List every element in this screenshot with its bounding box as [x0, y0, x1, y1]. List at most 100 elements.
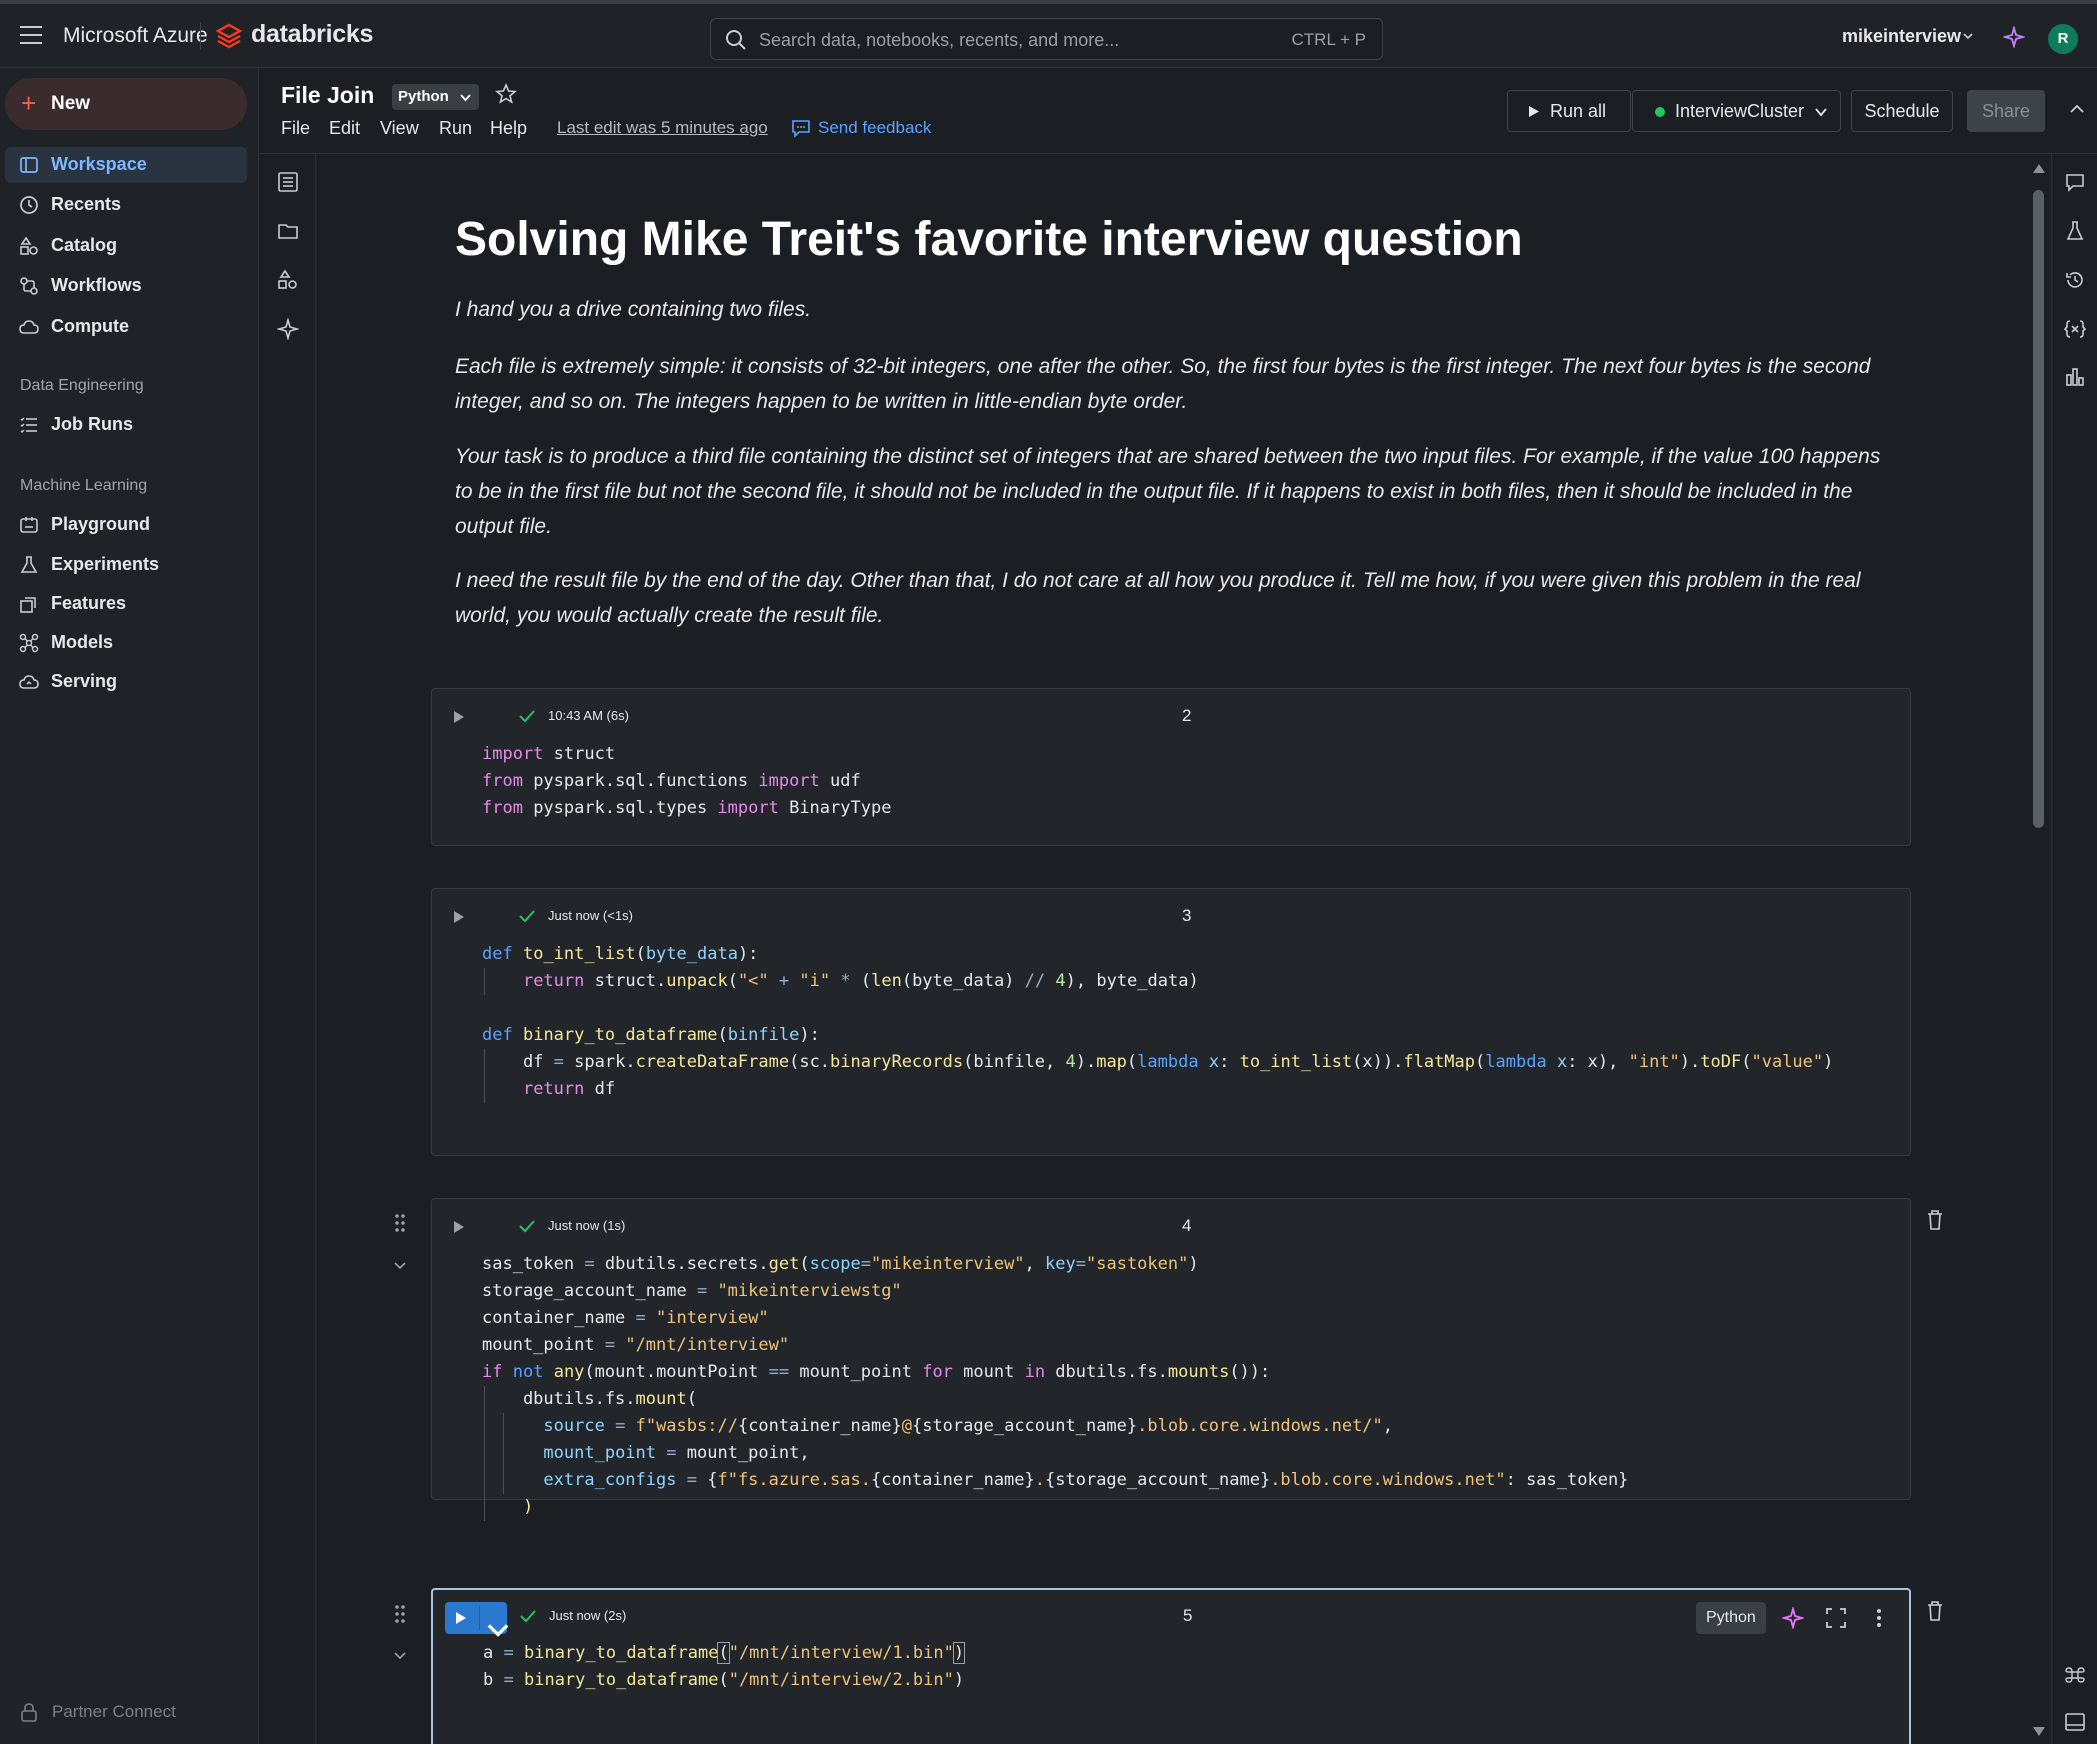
menu-help[interactable]: Help [490, 118, 527, 139]
share-button[interactable]: Share [1967, 90, 2045, 132]
delete-cell-trash-icon[interactable] [1925, 1600, 1945, 1622]
workspace-user-menu[interactable]: mikeinterview [1842, 26, 1961, 47]
chevron-down-icon[interactable] [1962, 30, 1974, 42]
search-input[interactable]: Search data, notebooks, recents, and mor… [710, 18, 1383, 60]
code-editor[interactable]: def to_int_list(byte_data): return struc… [482, 941, 1833, 1103]
avatar[interactable]: R [2048, 24, 2078, 54]
list-icon [20, 417, 37, 433]
sidebar-item-models[interactable]: Models [5, 625, 247, 661]
cell-run-time: 10:43 AM (6s) [548, 708, 629, 723]
history-icon[interactable] [2064, 269, 2086, 291]
markdown-line: Your task is to produce a third file con… [455, 445, 1881, 468]
drag-handle-icon[interactable] [393, 1213, 407, 1233]
play-icon [1529, 106, 1539, 117]
flask-icon [20, 556, 38, 573]
right-tool-rail [2051, 154, 2097, 1744]
run-cell-icon[interactable] [454, 1221, 464, 1233]
run-all-button[interactable]: Run all [1507, 90, 1631, 132]
sidebar-item-job-runs[interactable]: Job Runs [5, 407, 247, 443]
comments-icon[interactable] [2064, 171, 2086, 193]
panel-toggle-icon[interactable] [2064, 1711, 2086, 1733]
markdown-line: I need the result file by the end of the… [455, 569, 1861, 592]
scroll-down-arrow-icon[interactable] [2033, 1727, 2045, 1736]
run-cell-split-button[interactable] [445, 1602, 509, 1637]
assistant-sparkle-icon[interactable] [2003, 26, 2025, 48]
cell-language-button[interactable]: Python [1696, 1602, 1766, 1634]
cell-number: 4 [1182, 1216, 1192, 1235]
code-cell[interactable]: 10:43 AM (6s) 2 import struct from pyspa… [431, 688, 1911, 846]
cluster-status-dot [1655, 107, 1665, 117]
markdown-line: integer, and so on. The integers happen … [455, 390, 1188, 413]
bar-chart-icon[interactable] [2064, 366, 2086, 388]
run-cell-icon[interactable] [454, 911, 464, 923]
table-of-contents-icon[interactable] [277, 171, 299, 193]
split-divider [479, 1606, 480, 1630]
delete-cell-trash-icon[interactable] [1925, 1209, 1945, 1231]
sidebar-item-label: Playground [51, 514, 151, 534]
collapse-cell-chevron-icon[interactable] [394, 1261, 406, 1270]
sidebar-item-recents[interactable]: Recents [5, 187, 247, 223]
markdown-paragraph: I hand you a drive containing two files. [455, 298, 812, 321]
menu-edit[interactable]: Edit [329, 118, 360, 139]
code-cell[interactable]: Just now (<1s) 3 def to_int_list(byte_da… [431, 888, 1911, 1156]
variables-icon[interactable] [2064, 318, 2086, 340]
cell-number: 5 [1183, 1606, 1193, 1625]
scrollbar-thumb[interactable] [2033, 190, 2044, 828]
check-icon [519, 710, 535, 723]
new-button[interactable]: + New [5, 78, 247, 130]
favorite-star-icon[interactable] [494, 82, 518, 106]
fullscreen-icon[interactable] [1825, 1607, 1847, 1629]
scrollbar[interactable] [2027, 154, 2051, 1744]
search-icon [726, 30, 746, 50]
sidebar-item-compute[interactable]: Compute [5, 309, 247, 345]
schedule-button[interactable]: Schedule [1851, 90, 1953, 132]
sidebar-item-label: Workspace [51, 154, 147, 174]
sidebar-item-workspace[interactable]: Workspace [5, 147, 247, 183]
code-editor[interactable]: a = binary_to_dataframe("/mnt/interview/… [483, 1640, 966, 1694]
keyboard-shortcuts-icon[interactable] [2064, 1664, 2086, 1686]
play-icon[interactable] [456, 1612, 466, 1624]
brand-databricks[interactable]: databricks [251, 20, 373, 49]
drag-handle-icon[interactable] [393, 1604, 407, 1624]
sidebar-item-serving[interactable]: Serving [5, 664, 247, 700]
scroll-up-arrow-icon[interactable] [2033, 164, 2045, 173]
brand-microsoft-azure: Microsoft Azure [63, 24, 208, 47]
assistant-sparkle-icon[interactable] [1782, 1607, 1804, 1629]
cell-number: 2 [1182, 706, 1192, 725]
serving-icon [19, 675, 39, 689]
more-options-kebab-icon[interactable] [1868, 1607, 1890, 1629]
cell-number: 3 [1182, 906, 1192, 925]
sidebar-item-playground[interactable]: Playground [5, 507, 247, 543]
partner-connect-label: Partner Connect [52, 1702, 176, 1721]
cell-run-time: Just now (2s) [549, 1608, 627, 1623]
hamburger-menu-icon[interactable] [20, 26, 42, 44]
catalog-icon[interactable] [277, 269, 299, 291]
menu-run[interactable]: Run [439, 118, 472, 139]
language-select[interactable]: Python [392, 84, 479, 110]
sidebar-item-workflows[interactable]: Workflows [5, 268, 247, 304]
last-edit-link[interactable]: Last edit was 5 minutes ago [557, 118, 768, 138]
sidebar-item-experiments[interactable]: Experiments [5, 547, 247, 583]
assistant-sparkle-icon[interactable] [277, 318, 299, 340]
code-cell-active[interactable]: Just now (2s) 5 Python a = binary_to_dat… [431, 1588, 1911, 1744]
run-cell-icon[interactable] [454, 711, 464, 723]
menu-view[interactable]: View [380, 118, 419, 139]
cluster-select[interactable]: InterviewCluster [1632, 90, 1841, 132]
run-all-label: Run all [1550, 101, 1607, 121]
menu-file[interactable]: File [281, 118, 310, 139]
code-editor[interactable]: import struct from pyspark.sql.functions… [482, 741, 891, 822]
catalog-icon [20, 236, 38, 255]
sidebar-item-catalog[interactable]: Catalog [5, 228, 247, 264]
flask-icon[interactable] [2064, 220, 2086, 242]
sidebar-item-features[interactable]: Features [5, 586, 247, 622]
code-editor[interactable]: sas_token = dbutils.secrets.get(scope="m… [482, 1251, 1628, 1521]
chevron-up-icon[interactable] [2070, 104, 2084, 114]
collapse-cell-chevron-icon[interactable] [394, 1651, 406, 1660]
code-cell[interactable]: Just now (1s) 4 sas_token = dbutils.secr… [431, 1198, 1911, 1521]
notebook-title[interactable]: File Join [281, 82, 374, 109]
models-icon [19, 633, 39, 653]
chevron-down-icon[interactable] [487, 1619, 509, 1641]
folder-icon[interactable] [277, 220, 299, 242]
plus-icon: + [21, 88, 37, 118]
language-select-label: Python [398, 88, 449, 105]
